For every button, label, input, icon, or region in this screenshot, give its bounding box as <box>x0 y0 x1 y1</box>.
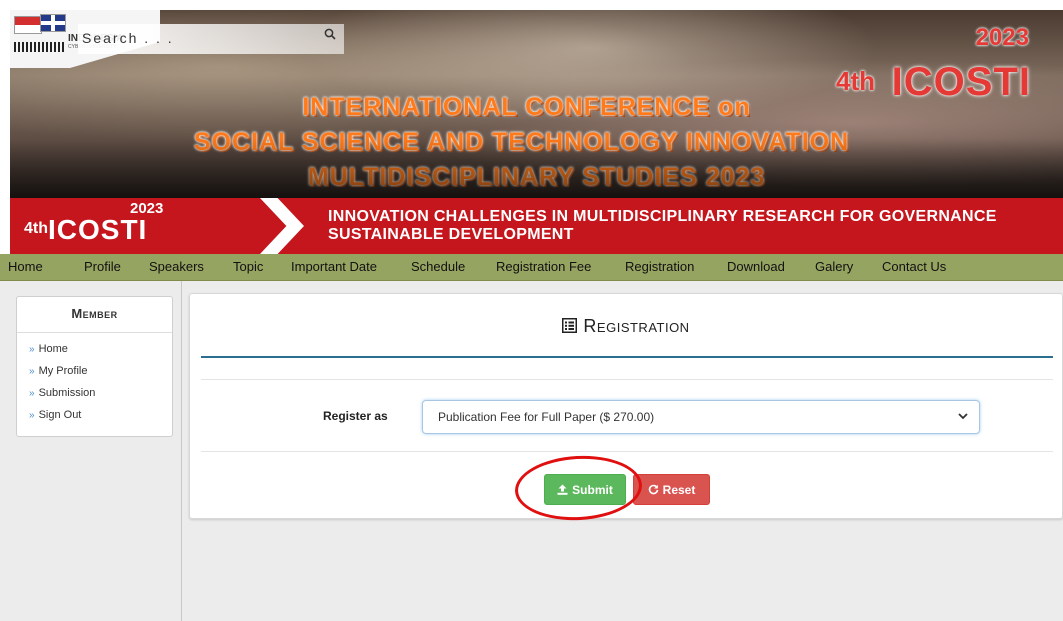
nav-item-download[interactable]: Download <box>727 259 785 274</box>
refresh-icon <box>648 484 658 495</box>
sidebar-divider <box>181 281 182 621</box>
register-as-value: Publication Fee for Full Paper ($ 270.00… <box>438 410 655 424</box>
nav-item-schedule[interactable]: Schedule <box>411 259 465 274</box>
chevron-right-icon: » <box>29 388 35 399</box>
sidebar-item-label: Submission <box>38 387 96 399</box>
search-input[interactable] <box>78 24 326 52</box>
divider <box>201 451 1053 452</box>
chevron-down-icon <box>958 413 968 420</box>
sidebar-item-my-profile[interactable]: » My Profile <box>29 365 87 377</box>
reset-button-content: Reset <box>634 483 709 497</box>
nav-item-galery[interactable]: Galery <box>815 259 853 274</box>
panel-heading: Registration <box>190 294 1062 356</box>
small-conference-logo: 4th ICOSTI 2023 <box>10 198 280 254</box>
indonesia-flag-icon <box>14 16 42 34</box>
register-as-select[interactable]: Publication Fee for Full Paper ($ 270.00… <box>422 400 980 434</box>
page-title-text: Registration <box>583 316 690 336</box>
banner-title-line-2: SOCIAL SCIENCE AND TECHNOLOGY INNOVATION <box>193 128 850 156</box>
search-bar <box>78 24 344 54</box>
sidebar-item-submission[interactable]: » Submission <box>29 387 95 399</box>
sidebar-item-label: Home <box>38 343 68 355</box>
chevron-right-icon: » <box>29 366 35 377</box>
list-icon <box>562 318 578 333</box>
member-title: Member <box>17 297 172 333</box>
theme-text: INNOVATION CHALLENGES IN MULTIDISCIPLINA… <box>328 208 997 244</box>
sidebar-item-label: My Profile <box>38 365 88 377</box>
banner-title-line-1: INTERNATIONAL CONFERENCE on <box>302 93 751 121</box>
nav-item-topic[interactable]: Topic <box>233 259 263 274</box>
reset-button[interactable]: Reset <box>633 474 710 505</box>
member-sidebar: Member » Home » My Profile » Submission » Si… <box>16 296 173 437</box>
nav-item-registration-fee[interactable]: Registration Fee <box>496 259 591 274</box>
sidebar-item-home[interactable]: » Home <box>29 343 68 355</box>
reset-label: Reset <box>662 483 696 497</box>
main-nav: Home Profile Speakers Topic Important Da… <box>0 254 1063 281</box>
conference-logo-year: 2023 <box>975 24 1029 51</box>
chevron-right-icon: » <box>29 344 35 355</box>
banner-title-line-3: MULTIDISCIPLINARY STUDIES 2023 <box>307 163 766 191</box>
nav-item-important-date[interactable]: Important Date <box>291 259 377 274</box>
sidebar-item-sign-out[interactable]: » Sign Out <box>29 409 81 421</box>
nav-item-home[interactable]: Home <box>8 259 43 274</box>
small-logo-year: 2023 <box>130 200 164 217</box>
divider <box>201 379 1053 380</box>
nav-item-registration[interactable]: Registration <box>625 259 694 274</box>
nav-item-contact-us[interactable]: Contact Us <box>882 259 946 274</box>
chevron-right-icon: » <box>29 410 35 421</box>
search-icon[interactable] <box>324 28 336 40</box>
theme-strip: 4th ICOSTI 2023 INNOVATION CHALLENGES IN… <box>10 198 1063 254</box>
uk-flag-icon[interactable] <box>40 14 66 32</box>
header-banner: INDONESIA CYBER UNIVERSITY 2023 4th ICOS… <box>10 10 1063 198</box>
theme-line-2: SUSTAINABLE DEVELOPMENT <box>328 226 574 243</box>
sidebar-item-label: Sign Out <box>38 409 82 421</box>
small-logo-edition: 4th <box>24 220 48 237</box>
theme-line-1: INNOVATION CHALLENGES IN MULTIDISCIPLINA… <box>328 208 997 225</box>
small-logo-name: ICOSTI <box>48 214 148 245</box>
page-title: Registration <box>190 316 1062 337</box>
register-as-label: Register as <box>323 409 388 423</box>
logo-stripes <box>14 42 66 52</box>
nav-item-speakers[interactable]: Speakers <box>149 259 204 274</box>
heading-divider <box>201 356 1053 358</box>
nav-item-profile[interactable]: Profile <box>84 259 121 274</box>
